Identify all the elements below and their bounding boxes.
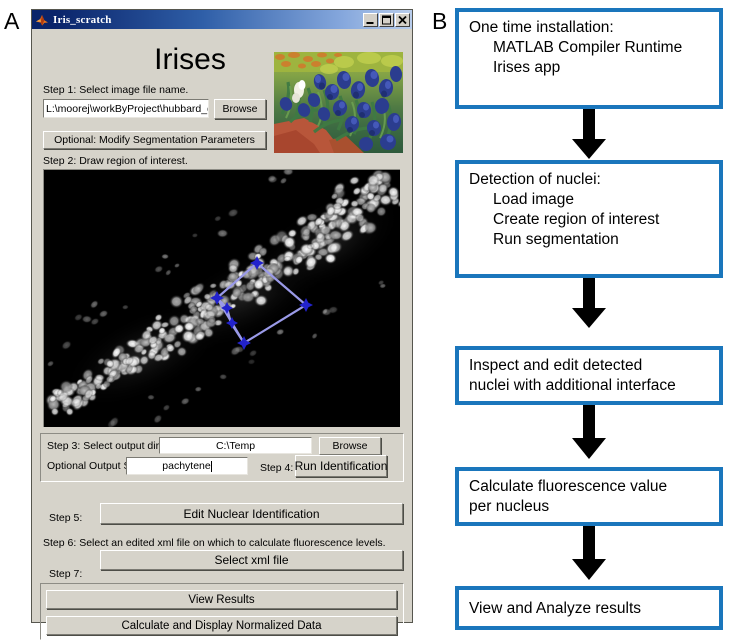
panel-label-b: B xyxy=(432,8,448,34)
file-path-value: L:\moorej\workByProject\hubbard_data\da xyxy=(46,102,208,115)
browse-image-button[interactable]: Browse xyxy=(214,99,266,119)
view-results-button[interactable]: View Results xyxy=(46,590,397,609)
flow-box-2-line2: Load image xyxy=(493,191,575,208)
flow-box-installation: One time installation: MATLAB Compiler R… xyxy=(455,8,723,109)
step4-label: Step 4: xyxy=(260,462,294,474)
page-title: Irises xyxy=(154,43,226,76)
step5-label: Step 5: xyxy=(49,512,83,524)
flow-arrow-3 xyxy=(572,405,606,459)
step2-label: Step 2: Draw region of interest. xyxy=(43,155,188,167)
flow-box-1-line3: Irises app xyxy=(493,59,561,76)
flow-box-4-line2: per nucleus xyxy=(469,498,550,515)
flow-box-calculate-fluorescence: Calculate fluorescence value per nucleus xyxy=(455,467,723,526)
workflow-flowchart: One time installation: MATLAB Compiler R… xyxy=(455,8,723,630)
flow-box-2-line3: Create region of interest xyxy=(493,211,660,228)
flow-box-3-line1: Inspect and edit detected xyxy=(469,357,643,374)
flow-arrow-4 xyxy=(572,526,606,580)
window-titlebar: Iris_scratch xyxy=(32,10,412,29)
flow-box-4-line1: Calculate fluorescence value xyxy=(469,478,668,495)
edit-nuclear-identification-button[interactable]: Edit Nuclear Identification xyxy=(100,503,403,524)
microscopy-image-axes[interactable] xyxy=(43,169,400,427)
select-xml-file-button[interactable]: Select xml file xyxy=(100,550,403,570)
flow-box-2-line4: Run segmentation xyxy=(493,231,619,248)
browse-output-directory-button[interactable]: Browse xyxy=(319,437,381,455)
output-directory-input[interactable]: C:\Temp xyxy=(159,437,312,454)
output-suffix-value: pachytene xyxy=(162,460,211,472)
iris-scratch-window: Iris_scratch Irises Step 1: Select image… xyxy=(31,9,413,640)
output-directory-value: C:\Temp xyxy=(215,439,256,452)
window-title: Iris_scratch xyxy=(53,13,112,26)
maximize-button[interactable] xyxy=(379,12,394,27)
output-suffix-input[interactable]: pachytene xyxy=(126,457,248,475)
panel-label-a: A xyxy=(4,8,20,34)
step7-label: Step 7: xyxy=(49,568,83,580)
flow-box-1-line2: MATLAB Compiler Runtime xyxy=(493,39,683,56)
window-body: Irises Step 1: Select image file name. L… xyxy=(32,29,412,640)
step6-label: Step 6: Select an edited xml file on whi… xyxy=(43,537,386,549)
flow-box-1-line1: One time installation: xyxy=(469,19,614,36)
flow-box-3-line2: nuclei with additional interface xyxy=(469,377,676,394)
minimize-button[interactable] xyxy=(363,12,378,27)
close-button[interactable] xyxy=(395,12,410,27)
flow-box-2-line1: Detection of nuclei: xyxy=(469,171,601,188)
flow-box-inspect-edit: Inspect and edit detected nuclei with ad… xyxy=(455,346,723,405)
flow-box-detection: Detection of nuclei: Load image Create r… xyxy=(455,160,723,278)
flow-arrow-1 xyxy=(572,109,606,159)
calculate-normalized-data-button[interactable]: Calculate and Display Normalized Data xyxy=(46,616,397,635)
run-identification-button[interactable]: Run Identification xyxy=(295,455,387,477)
step1-label: Step 1: Select image file name. xyxy=(43,84,189,96)
flow-box-5-line1: View and Analyze results xyxy=(469,600,642,617)
modify-segmentation-parameters-button[interactable]: Optional: Modify Segmentation Parameters xyxy=(43,131,266,149)
matlab-membrane-icon xyxy=(35,13,49,27)
image-file-path-input[interactable]: L:\moorej\workByProject\hubbard_data\da xyxy=(43,99,209,118)
irises-painting-thumbnail xyxy=(274,52,403,153)
flow-arrow-2 xyxy=(572,278,606,328)
flow-box-view-analyze: View and Analyze results xyxy=(455,586,723,630)
